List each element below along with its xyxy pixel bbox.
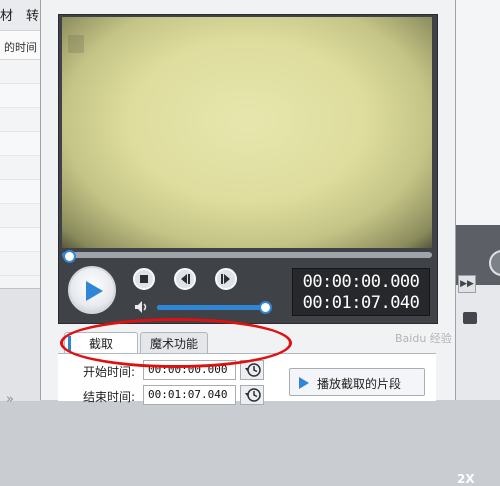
time-display: 00:00:00.000 00:01:07.040: [292, 268, 430, 316]
save-icon[interactable]: [463, 312, 477, 324]
list-item[interactable]: [0, 204, 40, 228]
set-start-time-button[interactable]: [240, 360, 264, 380]
list-item[interactable]: [0, 108, 40, 132]
stop-icon: [140, 275, 148, 283]
current-time: 00:00:00.000: [302, 272, 420, 292]
play-clip-label: 播放截取的片段: [317, 377, 402, 391]
background-tab[interactable]: 转: [26, 5, 39, 24]
stop-button[interactable]: [133, 268, 155, 290]
list-item[interactable]: [0, 180, 40, 204]
volume-handle[interactable]: [259, 301, 272, 314]
seek-handle[interactable]: [63, 250, 76, 263]
tab-bar: 截取 魔术功能: [58, 328, 436, 354]
list-item[interactable]: [0, 156, 40, 180]
history-clock-icon: [245, 388, 261, 402]
speed-badge[interactable]: 2X: [457, 472, 475, 486]
previous-frame-button[interactable]: [174, 268, 196, 290]
list-item[interactable]: [0, 84, 40, 108]
background-panel: [455, 0, 500, 225]
play-icon: [299, 377, 309, 389]
background-column-header: 的时间: [0, 31, 40, 60]
list-item[interactable]: [0, 228, 40, 252]
play-button[interactable]: [68, 266, 116, 314]
set-end-time-button[interactable]: [240, 385, 264, 405]
background-footer: [0, 288, 40, 401]
video-preview[interactable]: [62, 17, 432, 248]
list-item[interactable]: [0, 132, 40, 156]
site-watermark: Baidu 经验: [395, 332, 452, 345]
next-frame-button[interactable]: [215, 268, 237, 290]
skip-forward-icon[interactable]: ▶▶: [458, 275, 476, 293]
background-app-left: 材 转 的时间 »: [0, 0, 40, 407]
start-time-label: 开始时间:: [83, 365, 136, 379]
tab-cut[interactable]: 截取: [64, 332, 138, 354]
next-frame-icon: [221, 274, 230, 284]
volume-slider-fill: [157, 305, 265, 310]
background-tab-strip: 材 转: [0, 0, 40, 31]
total-duration: 00:01:07.040: [302, 293, 420, 313]
tab-magic-functions[interactable]: 魔术功能: [140, 332, 208, 354]
previous-frame-icon: [181, 274, 190, 284]
list-item[interactable]: [0, 252, 40, 276]
seek-bar[interactable]: [62, 252, 432, 258]
end-time-label: 结束时间:: [83, 390, 136, 404]
start-time-field[interactable]: 00:00:00.000: [143, 360, 236, 380]
list-item[interactable]: [0, 60, 40, 84]
column-header-label: 的时间: [4, 41, 37, 54]
end-time-field[interactable]: 00:01:07.040: [143, 385, 236, 405]
volume-icon[interactable]: [134, 300, 150, 314]
logo-icon: [68, 35, 84, 53]
play-icon: [86, 281, 103, 301]
background-tab[interactable]: 材: [0, 5, 13, 24]
play-clip-button[interactable]: 播放截取的片段: [289, 368, 425, 396]
history-clock-icon: [245, 363, 261, 377]
volume-slider[interactable]: [157, 305, 265, 310]
